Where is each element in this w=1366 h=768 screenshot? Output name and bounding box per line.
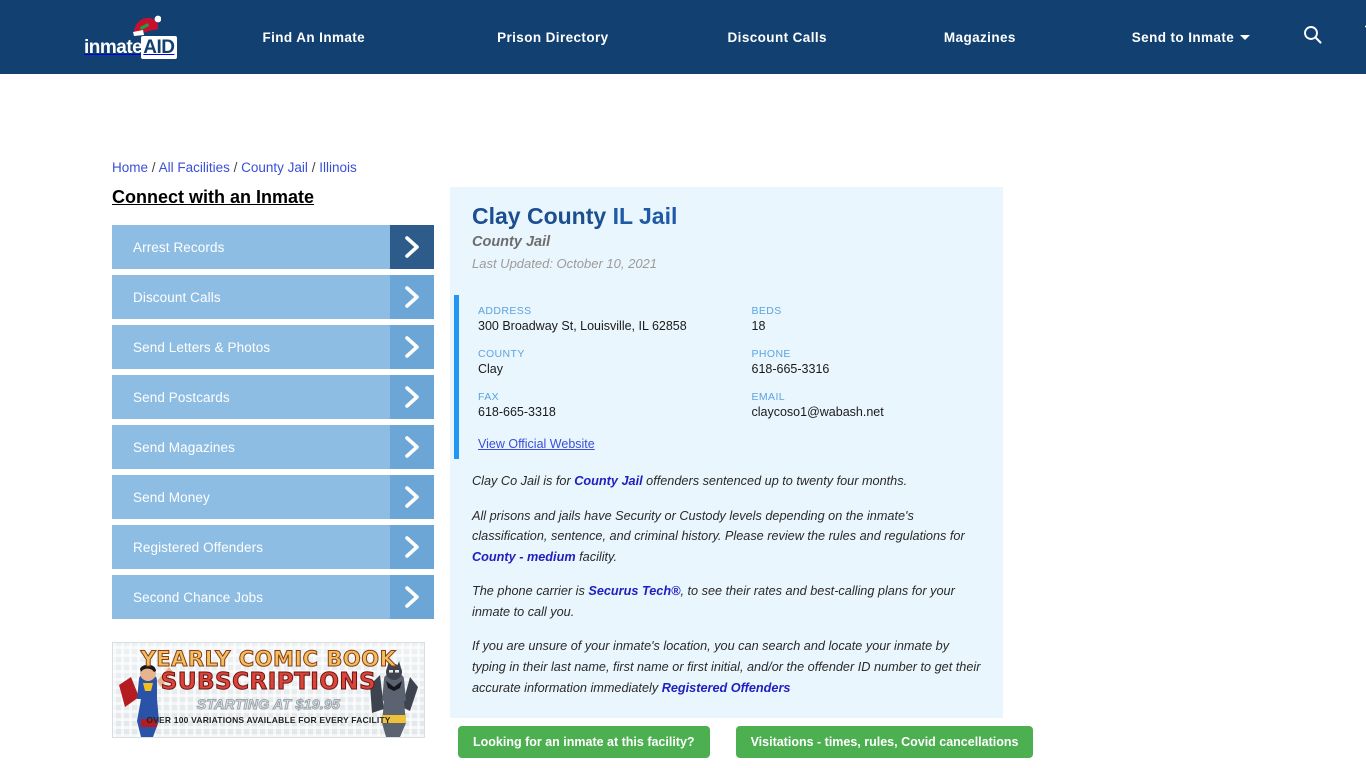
logo-text-inmate: inmate [84,37,143,58]
facility-header: Clay County IL Jail County Jail Last Upd… [450,187,1003,277]
field-value-email: claycoso1@wabash.net [751,405,884,419]
page-title: Clay County IL Jail [472,203,981,230]
chevron-right-icon [390,575,434,619]
facility-info-column-right: BEDS 18 PHONE 618-665-3316 EMAIL claycos… [730,305,982,453]
chevron-right-icon [390,525,434,569]
description-paragraph-4: If you are unsure of your inmate's locat… [472,636,981,698]
sidebar-title: Connect with an Inmate [112,187,315,207]
ad-price-line: STARTING AT $19.95 [196,696,341,713]
breadcrumb-separator-2: / [233,160,238,175]
ad-subtext-line: OVER 100 VARIATIONS AVAILABLE FOR EVERY … [146,715,391,725]
facility-card: Clay County IL Jail County Jail Last Upd… [450,187,1003,719]
field-label-county: COUNTY [478,348,525,360]
description-paragraph-3: The phone carrier is Securus Tech®, to s… [472,581,981,622]
field-label-address: ADDRESS [478,305,532,317]
search-button[interactable] [1303,25,1322,49]
chevron-right-icon [390,325,434,369]
nav-item-magazines[interactable]: Magazines [944,30,1016,45]
description-paragraph-2: All prisons and jails have Security or C… [472,506,981,568]
sidebar-item-send-money[interactable]: Send Money [112,475,434,519]
facility-info-block: ADDRESS 300 Broadway St, Louisville, IL … [450,295,1003,471]
ad-headline-line-1: YEARLY COMIC BOOK [140,647,397,672]
breadcrumb-item-county-jail[interactable]: County Jail [241,160,308,175]
comic-book-subscription-ad[interactable]: YEARLY COMIC BOOK SUBSCRIPTIONS STARTING… [112,642,425,738]
sidebar-item-label: Discount Calls [133,289,221,305]
visitations-button[interactable]: Visitations - times, rules, Covid cancel… [735,726,1034,758]
site-logo[interactable]: inmateAID [84,15,178,59]
p2-text-a: All prisons and jails have Security or C… [472,508,965,544]
breadcrumb-item-home[interactable]: Home [112,160,148,175]
facility-description: Clay Co Jail is for County Jail offender… [450,471,1003,718]
p1-text-a: Clay Co Jail is for [472,474,575,488]
sidebar-item-send-magazines[interactable]: Send Magazines [112,425,434,469]
nav-item-find-an-inmate[interactable]: Find An Inmate [262,30,365,45]
field-label-email: EMAIL [751,391,786,403]
link-county-medium[interactable]: County - medium [472,550,576,564]
field-value-county: Clay [478,362,504,376]
accent-bar [454,295,459,459]
main-navigation: Find An Inmate Prison Directory Discount… [262,29,1251,45]
breadcrumb: Home / All Facilities / County Jail / Il… [112,160,357,175]
facility-title-part-2: IL Jail [612,203,678,229]
breadcrumb-item-all-facilities[interactable]: All Facilities [159,160,230,175]
chevron-down-icon [1240,34,1251,40]
sidebar-item-label: Send Money [133,489,210,505]
action-button-row: Looking for an inmate at this facility? … [458,726,1034,758]
sidebar-item-label: Second Chance Jobs [133,589,264,605]
sidebar-item-arrest-records[interactable]: Arrest Records [112,225,434,269]
chevron-right-icon [390,375,434,419]
sidebar-item-label: Send Letters & Photos [133,339,271,355]
breadcrumb-separator-3: / [311,160,316,175]
sidebar-item-send-letters-and-photos[interactable]: Send Letters & Photos [112,325,434,369]
field-label-phone: PHONE [751,348,791,360]
link-registered-offenders[interactable]: Registered Offenders [662,681,791,695]
header-icon-group: 0 [1303,25,1366,49]
nav-item-prison-directory[interactable]: Prison Directory [497,30,608,45]
sidebar-item-label: Registered Offenders [133,539,264,555]
view-official-website-link[interactable]: View Official Website [478,437,595,451]
sidebar: Connect with an Inmate Arrest Records Di… [112,187,434,625]
field-value-fax: 618-665-3318 [478,405,556,419]
field-label-fax: FAX [478,391,500,403]
breadcrumb-separator-1: / [151,160,156,175]
facility-type: County Jail [472,234,551,250]
field-value-address: 300 Broadway St, Louisville, IL 62858 [478,319,687,333]
logo-wordmark: inmateAID [84,36,178,59]
ad-headline-line-2: SUBSCRIPTIONS [160,669,377,696]
sidebar-item-label: Arrest Records [133,239,225,255]
link-county-jail[interactable]: County Jail [574,474,642,488]
p1-text-b: offenders sentenced up to twenty four mo… [642,474,908,488]
chevron-right-icon [390,275,434,319]
breadcrumb-item-illinois[interactable]: Illinois [319,160,357,175]
p2-text-b: facility. [575,549,617,564]
sidebar-item-registered-offenders[interactable]: Registered Offenders [112,525,434,569]
facility-last-updated: Last Updated: October 10, 2021 [472,256,658,271]
chevron-right-icon [390,225,434,269]
facility-info-column-left: ADDRESS 300 Broadway St, Louisville, IL … [478,305,730,453]
link-securus-tech[interactable]: Securus Tech® [588,584,680,598]
chevron-right-icon [390,425,434,469]
santa-hat-icon [133,15,161,36]
logo-text-aid: AID [141,36,178,59]
field-value-beds: 18 [751,319,766,333]
chevron-right-icon [390,475,434,519]
sidebar-item-second-chance-jobs[interactable]: Second Chance Jobs [112,575,434,619]
sidebar-item-label: Send Magazines [133,439,235,455]
field-value-phone: 618-665-3316 [751,362,830,376]
sidebar-item-send-postcards[interactable]: Send Postcards [112,375,434,419]
site-header: inmateAID Find An Inmate Prison Director… [0,0,1366,74]
description-paragraph-1: Clay Co Jail is for County Jail offender… [472,471,981,492]
nav-item-send-to-inmate[interactable]: Send to Inmate [1131,29,1251,45]
sidebar-item-discount-calls[interactable]: Discount Calls [112,275,434,319]
facility-info-grid: ADDRESS 300 Broadway St, Louisville, IL … [478,305,981,453]
nav-item-send-to-inmate-label: Send to Inmate [1131,29,1235,45]
find-inmate-button[interactable]: Looking for an inmate at this facility? [458,726,710,758]
nav-item-discount-calls[interactable]: Discount Calls [728,30,827,45]
facility-title-part-1: Clay County [472,203,607,229]
field-label-beds: BEDS [751,305,782,317]
sidebar-item-label: Send Postcards [133,389,230,405]
search-icon [1304,26,1322,44]
p3-text-a: The phone carrier is [472,584,589,599]
